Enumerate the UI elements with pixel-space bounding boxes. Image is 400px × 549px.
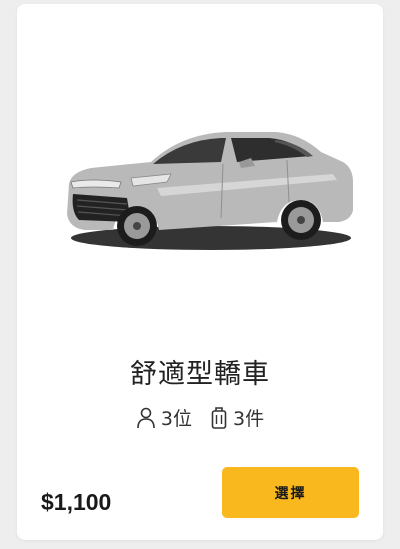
select-button[interactable]: 選擇 xyxy=(222,467,359,518)
luggage-icon xyxy=(211,406,227,429)
vehicle-price: $1,100 xyxy=(41,489,112,515)
vehicle-card: 舒適型轎車 3位 3件 $1,100 選擇 xyxy=(17,4,383,540)
vehicle-name: 舒適型轎車 xyxy=(130,359,270,390)
person-icon xyxy=(137,407,155,428)
luggage-spec: 3件 xyxy=(210,404,264,431)
luggage-value: 3件 xyxy=(233,408,265,430)
car-image xyxy=(67,132,353,250)
seats-value: 3位 xyxy=(160,408,192,430)
vehicle-specs: 3位 3件 xyxy=(17,404,383,431)
seats-spec: 3位 xyxy=(136,404,192,431)
